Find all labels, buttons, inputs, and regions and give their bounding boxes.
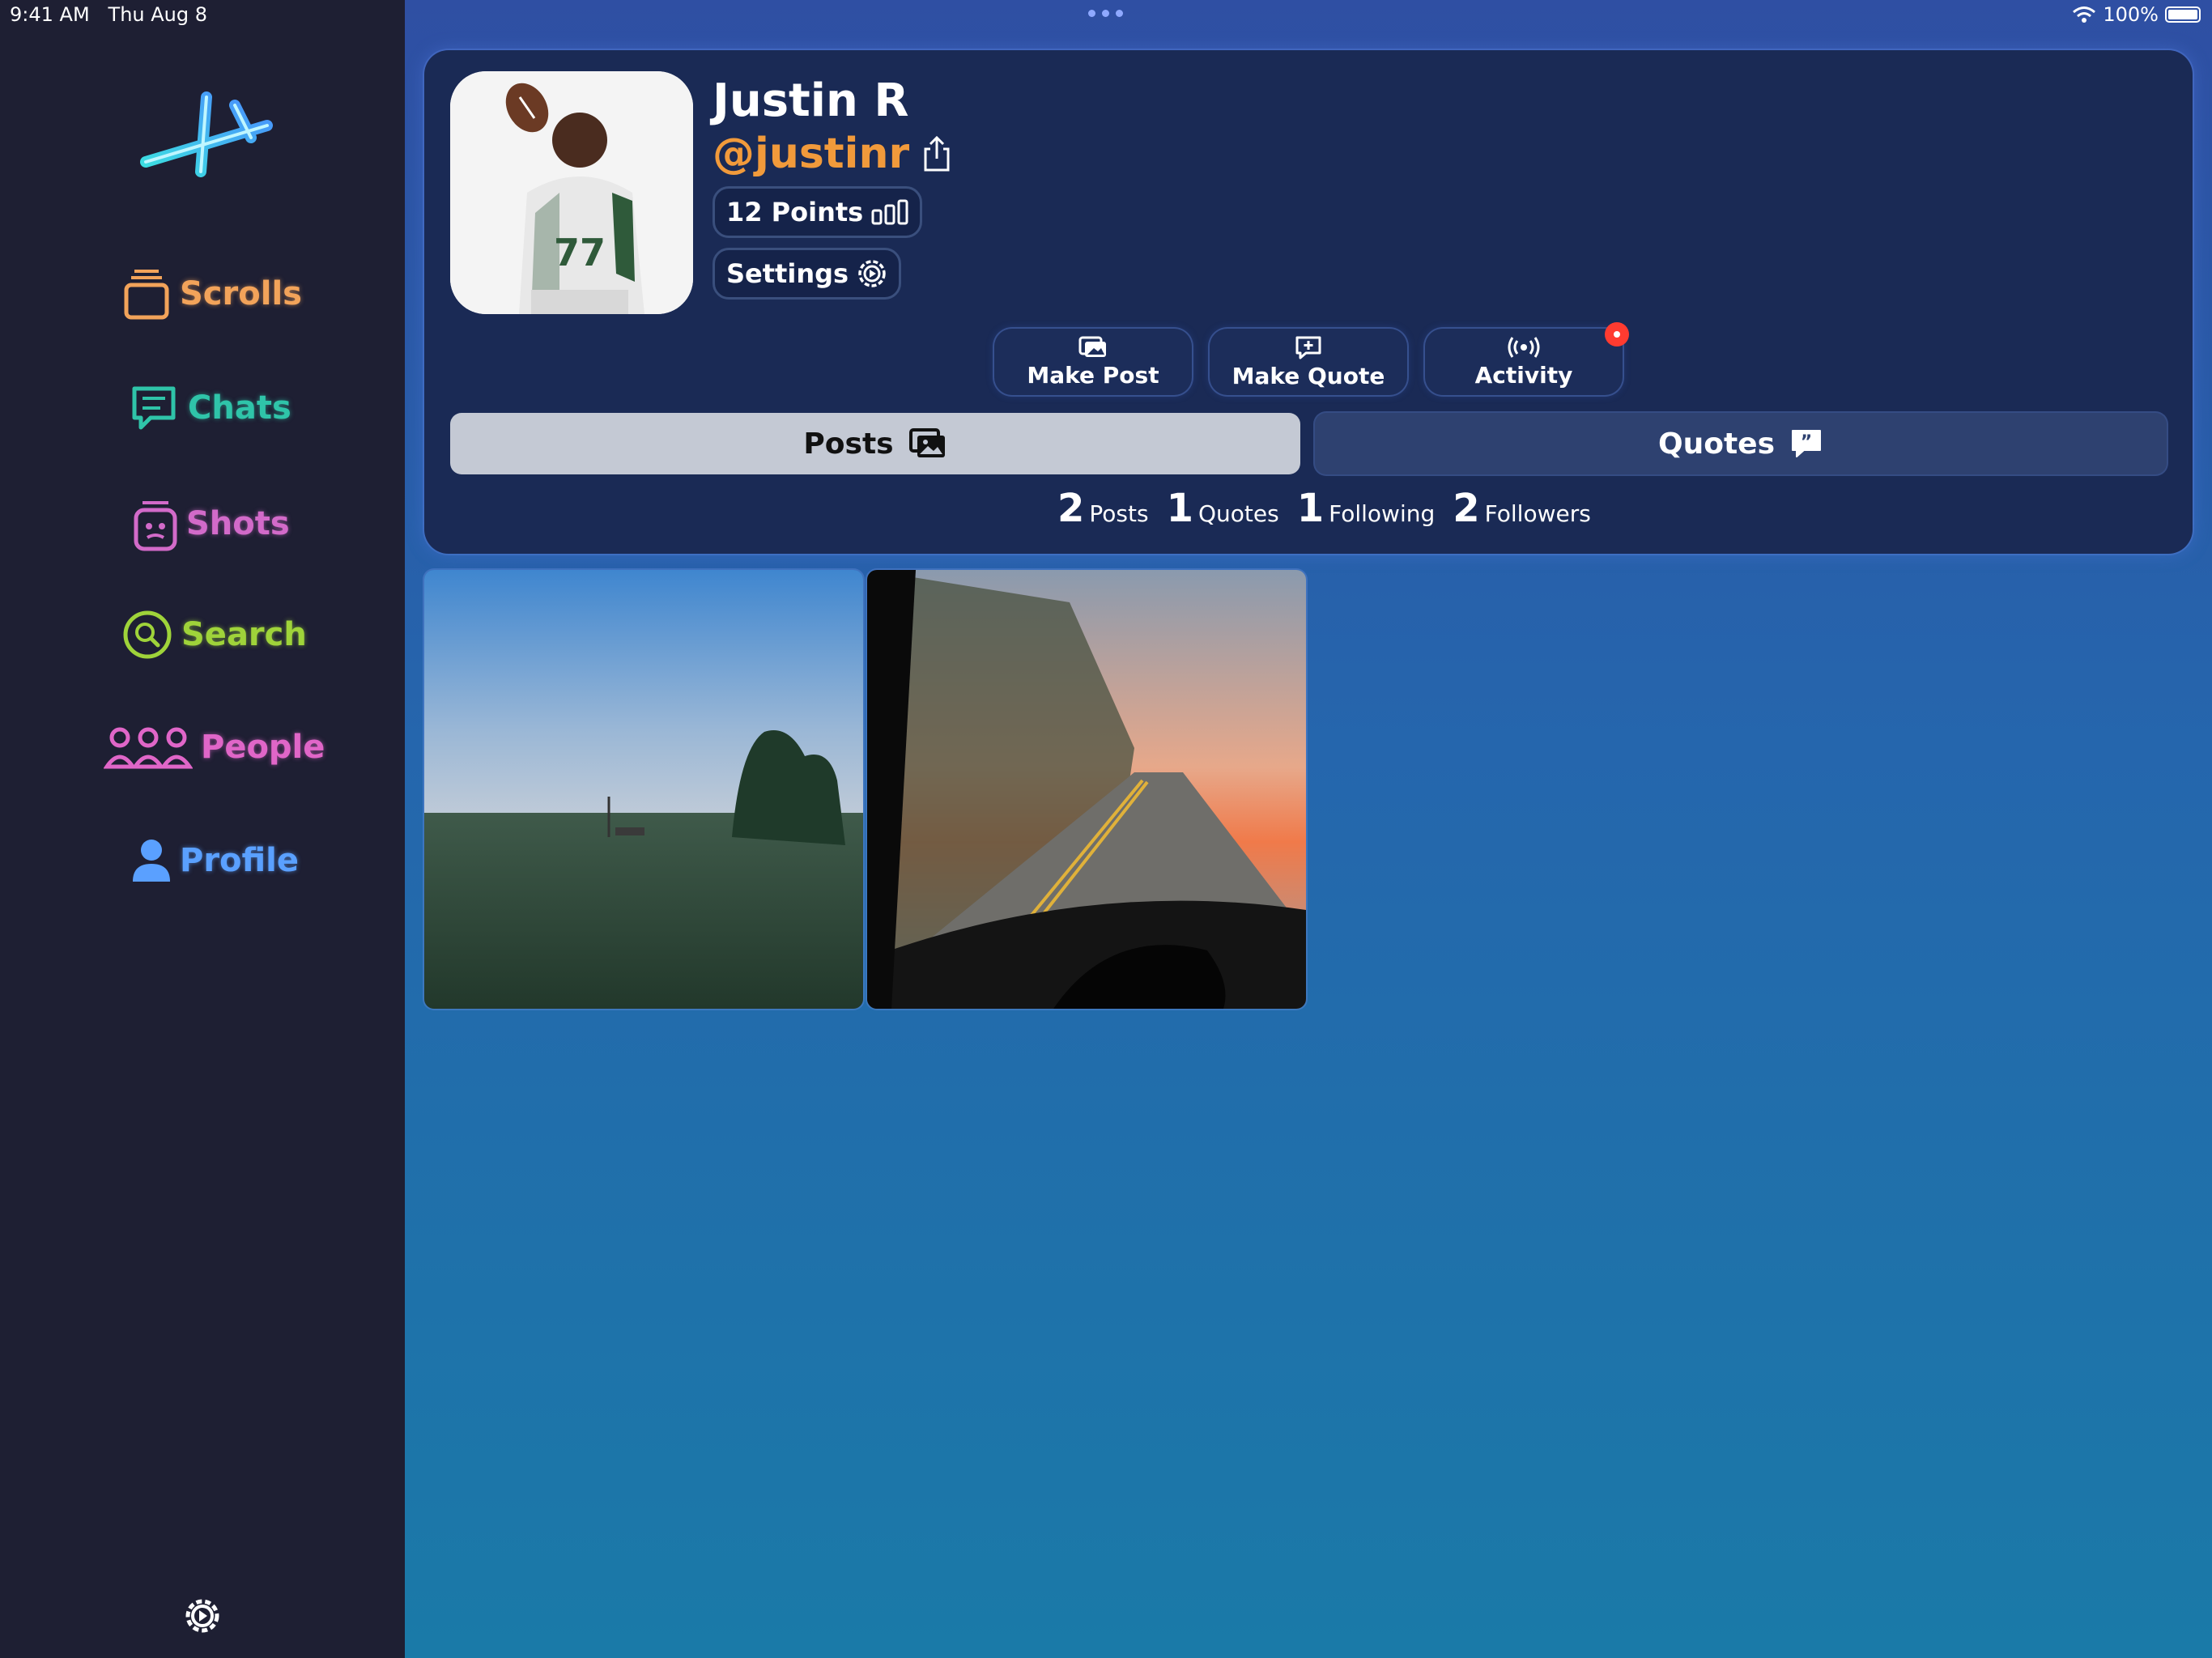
notification-badge xyxy=(1605,322,1629,346)
sidebar-item-label: Search xyxy=(181,616,307,653)
sidebar-item-label: Chats xyxy=(188,389,291,427)
status-bar: 9:41 AM Thu Aug 8 100% xyxy=(0,0,2212,32)
sunset-road-photo xyxy=(867,570,1306,1009)
quote-add-icon xyxy=(1295,336,1321,359)
sidebar-item-label: People xyxy=(201,729,325,766)
activity-button[interactable]: Activity xyxy=(1425,329,1623,395)
svg-text:”: ” xyxy=(1801,432,1812,453)
foggy-field-photo xyxy=(424,570,863,1009)
sidebar-item-chats[interactable]: Chats xyxy=(128,382,291,434)
photo-stack-icon xyxy=(908,428,945,457)
multitasking-dots[interactable] xyxy=(1088,10,1123,17)
tab-posts[interactable]: Posts xyxy=(450,413,1300,474)
make-post-button[interactable]: Make Post xyxy=(994,329,1192,395)
sidebar-item-label: Shots xyxy=(186,505,290,542)
quote-bubble-icon: ” xyxy=(1792,430,1822,457)
share-icon[interactable] xyxy=(921,134,953,173)
status-right: 100% xyxy=(2072,3,2201,26)
avatar[interactable]: 77 xyxy=(450,71,693,314)
post-thumbnail[interactable] xyxy=(867,570,1306,1009)
scrolls-icon xyxy=(124,270,169,320)
sidebar-item-label: Scrolls xyxy=(180,275,302,312)
people-icon xyxy=(104,727,193,769)
user-handle: @justinr xyxy=(713,130,953,178)
points-badge[interactable]: 12 Points xyxy=(713,186,923,238)
battery-percent: 100% xyxy=(2103,3,2159,26)
svg-text:77: 77 xyxy=(554,231,606,274)
sidebar-item-profile[interactable]: Profile xyxy=(131,838,299,883)
broadcast-icon xyxy=(1508,336,1540,358)
photo-stack-icon xyxy=(1078,336,1106,357)
battery-icon xyxy=(2165,6,2201,23)
sidebar-item-label: Profile xyxy=(180,842,300,879)
avatar-photo: 77 xyxy=(450,71,693,314)
bar-chart-icon xyxy=(871,199,908,225)
gear-icon[interactable] xyxy=(180,1593,225,1639)
sidebar-item-scrolls[interactable]: Scrolls xyxy=(121,267,302,321)
tab-quotes[interactable]: Quotes ” xyxy=(1315,413,2167,474)
stat-posts[interactable]: 2 Posts xyxy=(1057,486,1149,531)
user-name: Justin R xyxy=(713,74,909,127)
sidebar: Scrolls Chats Shots Search People Profil… xyxy=(0,0,405,1658)
chat-bubble-icon xyxy=(132,386,176,430)
wifi-icon xyxy=(2073,6,2096,23)
stat-followers[interactable]: 2 Followers xyxy=(1453,486,1591,531)
status-time: 9:41 AM Thu Aug 8 xyxy=(10,3,208,26)
stat-following[interactable]: 1 Following xyxy=(1297,486,1436,531)
sidebar-item-shots[interactable]: Shots xyxy=(133,495,290,552)
gear-icon xyxy=(858,260,886,287)
app-logo-icon xyxy=(140,91,273,177)
settings-button[interactable]: Settings xyxy=(713,248,902,300)
make-quote-button[interactable]: Make Quote xyxy=(1210,329,1407,395)
search-icon xyxy=(123,610,172,659)
profile-stats: 2 Posts 1 Quotes 1 Following 2 Followers xyxy=(1057,486,1609,531)
post-thumbnail[interactable] xyxy=(424,570,863,1009)
shots-icon xyxy=(134,501,177,551)
sidebar-item-people[interactable]: People xyxy=(104,725,325,770)
stat-quotes[interactable]: 1 Quotes xyxy=(1167,486,1279,531)
person-icon xyxy=(133,840,170,882)
sidebar-item-search[interactable]: Search xyxy=(121,609,307,661)
